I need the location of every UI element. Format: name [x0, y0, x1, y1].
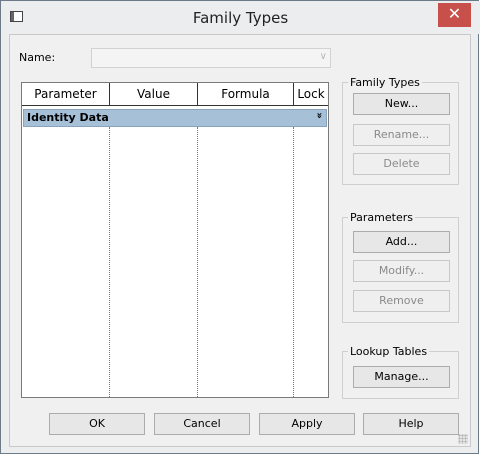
- add-parameter-button[interactable]: Add...: [353, 231, 450, 253]
- column-header-parameter[interactable]: Parameter: [22, 83, 110, 105]
- parameters-group-title: Parameters: [348, 211, 415, 224]
- family-types-group-title: Family Types: [348, 76, 422, 89]
- title-bar[interactable]: Family Types ✕: [1, 1, 480, 34]
- manage-lookup-tables-button[interactable]: Manage...: [353, 366, 450, 388]
- close-button[interactable]: ✕: [438, 3, 471, 27]
- modify-parameter-button[interactable]: Modify...: [353, 260, 450, 282]
- resize-grip-icon[interactable]: [458, 434, 468, 444]
- group-row-identity-data[interactable]: Identity Data »: [23, 109, 327, 127]
- delete-type-button[interactable]: Delete: [353, 153, 450, 175]
- remove-parameter-button[interactable]: Remove: [353, 290, 450, 312]
- parameters-grid[interactable]: Parameter Value Formula Lock Identity Da…: [21, 82, 329, 398]
- name-label: Name:: [19, 51, 56, 64]
- collapse-chevron-icon[interactable]: »: [313, 112, 324, 118]
- column-header-lock[interactable]: Lock: [294, 83, 328, 105]
- column-divider: [293, 127, 294, 397]
- group-label: Identity Data: [27, 111, 109, 124]
- column-header-value[interactable]: Value: [110, 83, 198, 105]
- column-divider: [197, 127, 198, 397]
- family-types-dialog: Family Types ✕ Name: ∨ Parameter Value F…: [0, 0, 480, 454]
- name-dropdown[interactable]: ∨: [91, 48, 331, 68]
- column-header-formula[interactable]: Formula: [198, 83, 294, 105]
- column-divider: [109, 127, 110, 397]
- rename-type-button[interactable]: Rename...: [353, 124, 450, 146]
- apply-button[interactable]: Apply: [259, 413, 355, 435]
- help-button[interactable]: Help: [363, 413, 459, 435]
- grid-header: Parameter Value Formula Lock: [22, 83, 328, 106]
- lookup-tables-group-title: Lookup Tables: [348, 345, 430, 358]
- cancel-button[interactable]: Cancel: [154, 413, 250, 435]
- new-type-button[interactable]: New...: [353, 93, 450, 115]
- ok-button[interactable]: OK: [49, 413, 145, 435]
- window-title: Family Types: [192, 9, 289, 27]
- chevron-down-icon[interactable]: ∨: [320, 51, 327, 62]
